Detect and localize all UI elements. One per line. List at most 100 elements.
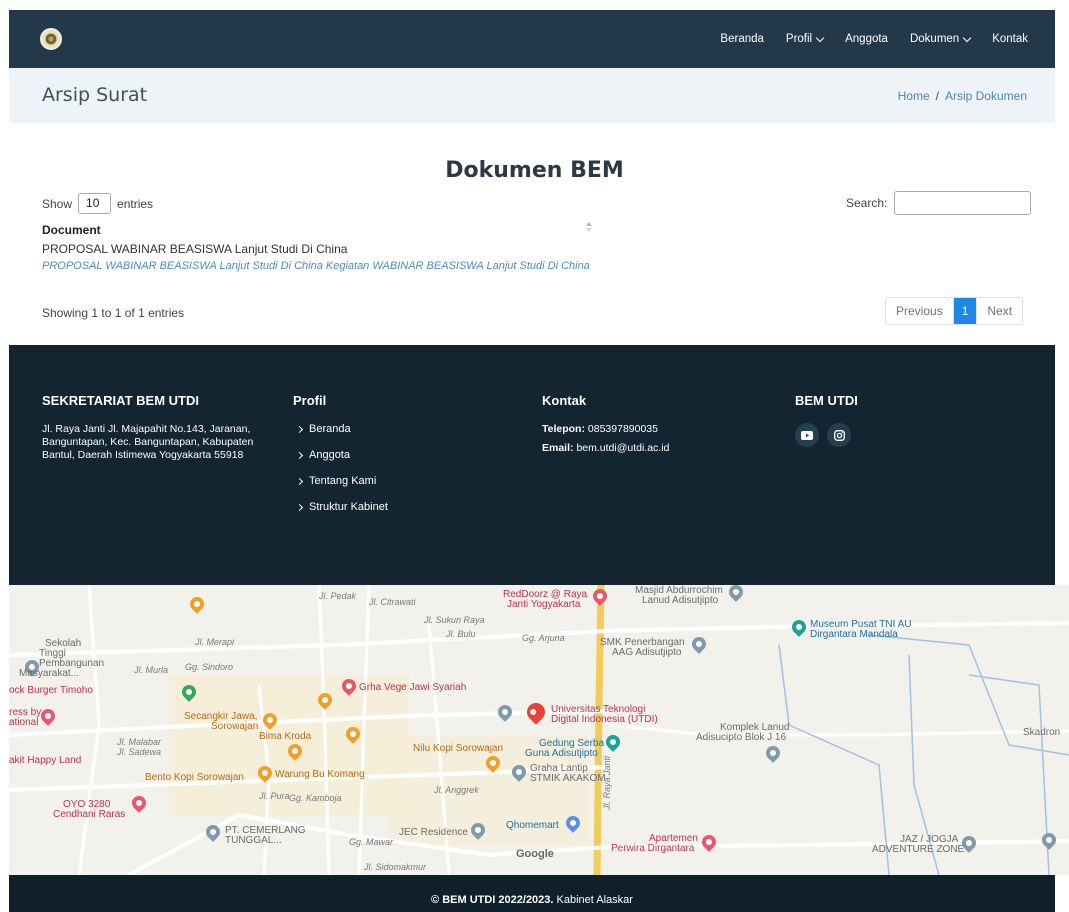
map-label: Masyarakat...: [19, 668, 80, 679]
map-label: ock Burger Timoho: [9, 685, 93, 696]
nav-kontak[interactable]: Kontak: [992, 33, 1028, 45]
sekretariat-title: SEKRETARIAT BEM UTDI: [42, 393, 199, 408]
map-label: ational: [9, 717, 39, 728]
google-logo: Google: [516, 848, 554, 860]
map-label: Cendhani Raras: [53, 809, 126, 820]
page-title: Arsip Surat: [42, 84, 148, 106]
nav-kontak-label: Kontak: [992, 33, 1028, 45]
map-label: Guna Adisutjipto: [525, 748, 598, 759]
embedded-map[interactable]: RedDoorz @ Raya Janti Yogyakarta Masjid …: [9, 585, 1069, 875]
chevron-right-icon: [295, 503, 304, 511]
map-label: Bima Kroda: [259, 731, 312, 742]
social-title: BEM UTDI: [795, 393, 858, 408]
pagination-next[interactable]: Next: [976, 298, 1022, 324]
breadcrumb-home-link[interactable]: Home: [898, 89, 930, 103]
map-label: ADVENTURE ZONE: [872, 844, 965, 855]
map-label: akit Happy Land: [9, 755, 82, 766]
map-label: Bento Kopi Sorowajan: [145, 772, 244, 783]
instagram-icon[interactable]: [827, 423, 851, 447]
road-label: Jl. Merapi: [195, 637, 235, 647]
footer-kontak: Kontak Telepon: 085397890035 Email: bem.…: [542, 393, 762, 455]
sort-icon[interactable]: [585, 222, 593, 234]
column-header-document[interactable]: Document: [42, 223, 101, 237]
footer: SEKRETARIAT BEM UTDI Jl. Raya Janti Jl. …: [9, 345, 1055, 585]
breadcrumb-bar: Arsip Surat Home / Arsip Dokumen: [9, 68, 1055, 123]
map-label: JEC Residence: [399, 827, 468, 838]
breadcrumb: Home / Arsip Dokumen: [898, 89, 1027, 103]
map-label: Dirgantara Mandala: [810, 629, 898, 640]
table-search: Search:: [846, 191, 1032, 215]
entries-label: entries: [117, 196, 154, 211]
map-label: Skadron: [1023, 727, 1061, 738]
breadcrumb-current: Arsip Dokumen: [944, 89, 1027, 103]
road-label: Jl. Anggrek: [434, 785, 479, 795]
footer-link-tentang-kami[interactable]: Tentang Kami: [293, 475, 493, 487]
map-label: Janti Yogyakarta: [507, 599, 581, 610]
footer-social: BEM UTDI: [795, 393, 995, 447]
search-input[interactable]: [894, 191, 1032, 215]
chevron-down-icon: [815, 33, 825, 42]
footer-link-label: Beranda: [309, 423, 351, 435]
road-label: Jl. Citrawati: [369, 597, 416, 607]
map-label: Warung Bu Komang: [275, 769, 365, 780]
main-nav: Beranda Profil Anggota Dokumen Kontak: [698, 10, 1028, 68]
nav-profil-label: Profil: [785, 33, 813, 45]
road-label: Gg. Sindoro: [185, 662, 234, 672]
nav-anggota-label: Anggota: [845, 33, 888, 45]
chevron-right-icon: [295, 451, 304, 459]
youtube-icon[interactable]: [795, 423, 819, 447]
profil-title: Profil: [293, 393, 327, 408]
road-label: Jl. Pura: [259, 791, 290, 801]
pagination-page-1[interactable]: 1: [953, 298, 977, 324]
cabinet-name: Kabinet Alaskar: [553, 894, 633, 906]
breadcrumb-separator: /: [935, 89, 939, 103]
footer-link-anggota[interactable]: Anggota: [293, 449, 493, 461]
road-label: Gg. Mawar: [349, 837, 394, 847]
road-label: Gg. Kamboja: [289, 793, 342, 803]
chevron-right-icon: [295, 477, 304, 485]
nav-dokumen[interactable]: Dokumen: [909, 33, 972, 45]
email-label: Email:: [542, 442, 574, 454]
kontak-title: Kontak: [542, 393, 587, 408]
road-label: Jl. Malabar: [117, 737, 162, 747]
nav-anggota[interactable]: Anggota: [845, 33, 888, 45]
footer-link-label: Struktur Kabinet: [309, 501, 388, 513]
footer-sekretariat: SEKRETARIAT BEM UTDI Jl. Raya Janti Jl. …: [42, 393, 277, 462]
nav-dokumen-label: Dokumen: [909, 33, 960, 45]
footer-link-label: Anggota: [309, 449, 350, 461]
map-label: Sorowajan: [211, 721, 259, 732]
nav-profil[interactable]: Profil: [785, 33, 825, 45]
map-label: Qhomemart: [506, 820, 559, 831]
footer-link-struktur-kabinet[interactable]: Struktur Kabinet: [293, 501, 493, 513]
entries-select[interactable]: 10: [78, 193, 112, 214]
telepon-label: Telepon:: [542, 423, 585, 435]
road-label: Gg. Arjuna: [522, 633, 565, 643]
road-label: Jl. Raya Janti: [602, 755, 612, 810]
copyright-text: © BEM UTDI 2022/2023.: [431, 894, 554, 906]
table-info: Showing 1 to 1 of 1 entries: [42, 306, 185, 320]
road-label: Jl. Pedak: [319, 591, 357, 601]
show-label: Show: [42, 196, 73, 211]
document-row-link[interactable]: PROPOSAL WABINAR BEASISWA Lanjut Studi D…: [42, 260, 590, 272]
chevron-right-icon: [295, 425, 304, 433]
map-label: STMIK AKAKOM: [530, 773, 606, 784]
search-label: Search:: [846, 196, 888, 210]
map-label: Lanud Adisutjipto: [642, 595, 719, 606]
logo-emblem: [45, 33, 57, 45]
road-label: Jl. Murla: [134, 665, 169, 675]
footer-link-beranda[interactable]: Beranda: [293, 423, 493, 435]
map-label: AAG Adisutjipto: [612, 647, 682, 658]
map-label: Adisucipto Blok J 16: [696, 732, 787, 743]
map-label: Perwira Dirgantara: [611, 843, 695, 854]
nav-beranda[interactable]: Beranda: [720, 33, 763, 45]
pagination-previous[interactable]: Previous: [886, 298, 954, 324]
pagination: Previous 1 Next: [885, 297, 1024, 325]
map-label: TUNGGAL...: [225, 835, 282, 846]
sekretariat-address: Jl. Raya Janti Jl. Majapahit No.143, Jar…: [42, 423, 254, 461]
documents-heading: Dokumen BEM: [445, 158, 624, 183]
social-links: [795, 423, 995, 447]
document-row-title: PROPOSAL WABINAR BEASISWA Lanjut Studi D…: [42, 242, 348, 256]
telepon-value: 085397890035: [587, 423, 658, 435]
bem-logo[interactable]: [40, 28, 62, 50]
footer-profil: Profil Beranda Anggota Tentang Kami Stru…: [293, 393, 493, 527]
